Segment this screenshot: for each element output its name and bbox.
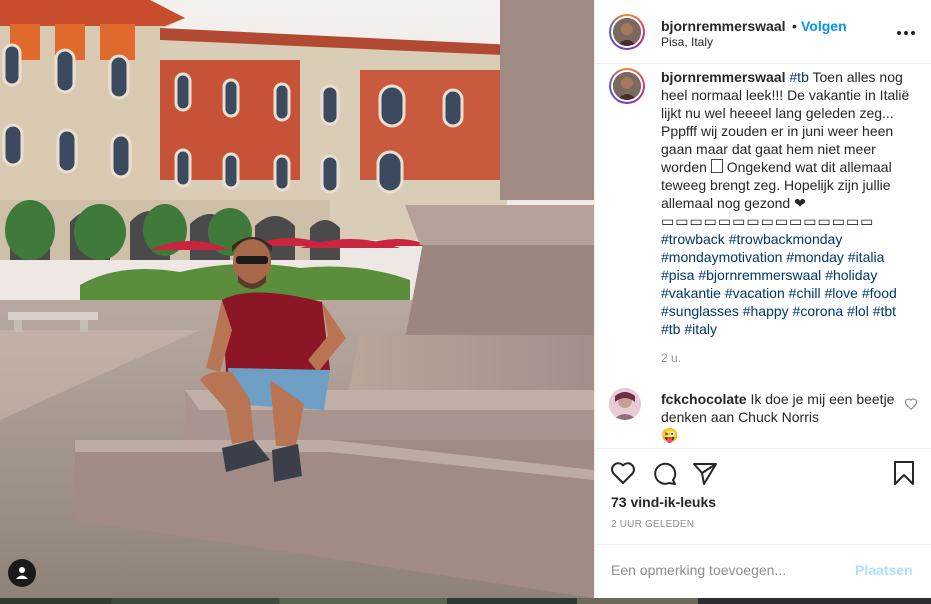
caption-username[interactable]: bjornremmerswaal xyxy=(661,69,786,85)
location-link[interactable]: Pisa, Italy xyxy=(661,35,713,49)
post-photo[interactable] xyxy=(0,0,594,598)
hashtag[interactable]: #mondaymotivation xyxy=(661,249,782,265)
comment-like-heart-icon[interactable] xyxy=(904,397,918,411)
hashtag[interactable]: #tb xyxy=(789,69,808,85)
comment-item: fckchocolate Ik doe je mij een beetje de… xyxy=(595,385,931,449)
post-side-panel: bjornremmerswaal • Volgen Pisa, Italy bj… xyxy=(594,0,931,598)
hashtag[interactable]: #trowbackmonday xyxy=(729,231,843,247)
separator-dot: • xyxy=(792,18,797,34)
commenter-username[interactable]: fckchocolate xyxy=(661,391,747,407)
next-post-strip xyxy=(0,598,931,604)
hashtag[interactable]: #italy xyxy=(684,321,717,337)
hashtag[interactable]: #monday xyxy=(786,249,844,265)
hashtag[interactable]: #holiday xyxy=(825,267,877,283)
author-username[interactable]: bjornremmerswaal xyxy=(661,18,786,34)
hashtag-list: #trowback #trowbackmonday #mondaymotivat… xyxy=(661,231,897,337)
hashtag[interactable]: #bjornremmerswaal xyxy=(698,267,821,283)
comment-input[interactable] xyxy=(611,559,841,581)
hashtag[interactable]: #lol xyxy=(847,303,869,319)
hashtag[interactable]: #tbt xyxy=(873,303,896,319)
hashtag[interactable]: #love xyxy=(824,285,857,301)
hashtag[interactable]: #happy xyxy=(743,303,789,319)
add-comment-bar: Plaatsen xyxy=(595,544,931,597)
commenter-avatar[interactable] xyxy=(609,388,641,420)
hashtag[interactable]: #food xyxy=(862,285,897,301)
hashtag[interactable]: #trowback xyxy=(661,231,725,247)
caption-time: 2 u. xyxy=(661,351,682,365)
hashtag[interactable]: #italia xyxy=(848,249,885,265)
user-tag-icon[interactable] xyxy=(8,559,36,587)
post-actions: 73 vind-ik-leuks 2 UUR GELEDEN Plaatsen xyxy=(595,448,931,596)
hashtag[interactable]: #pisa xyxy=(661,267,694,283)
bookmark-icon[interactable] xyxy=(890,459,918,487)
like-count[interactable]: 73 vind-ik-leuks xyxy=(611,494,716,510)
share-icon[interactable] xyxy=(691,459,719,487)
comment-emoji: 😜 xyxy=(661,427,679,443)
caption-avatar[interactable] xyxy=(609,68,645,104)
follow-button[interactable]: Volgen xyxy=(801,18,847,34)
author-avatar[interactable] xyxy=(609,14,645,50)
photo-illustration xyxy=(0,0,594,598)
comment-icon[interactable] xyxy=(650,459,678,487)
hashtag[interactable]: #vacation xyxy=(725,285,785,301)
post-header: bjornremmerswaal • Volgen Pisa, Italy xyxy=(595,0,931,64)
hashtag[interactable]: #vakantie xyxy=(661,285,721,301)
gif-glyph-icon xyxy=(710,159,723,173)
post-comment-button[interactable]: Plaatsen xyxy=(855,562,913,578)
avatar-image xyxy=(613,18,641,46)
caption-text: bjornremmerswaal #tb Toen alles nog heel… xyxy=(661,68,919,338)
hashtag[interactable]: #sunglasses xyxy=(661,303,739,319)
hashtag[interactable]: #corona xyxy=(793,303,844,319)
hashtag[interactable]: #tb xyxy=(661,321,680,337)
hashtag[interactable]: #chill xyxy=(789,285,821,301)
post-timestamp[interactable]: 2 UUR GELEDEN xyxy=(611,519,694,530)
more-options-icon[interactable] xyxy=(895,22,917,42)
unrendered-glyphs: ▭▭▭▭▭▭▭▭▭▭▭▭▭▭▭ xyxy=(661,213,875,229)
heart-icon[interactable] xyxy=(609,459,637,487)
